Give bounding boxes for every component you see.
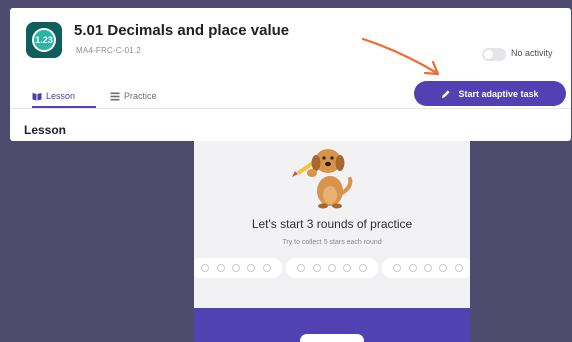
tab-practice[interactable]: Practice (110, 86, 157, 106)
annotation-arrow-icon (361, 37, 440, 76)
practice-title: Let's start 3 rounds of practice (251, 217, 413, 231)
lesson-title: 5.01 Decimals and place value (74, 22, 290, 39)
practice-start-button[interactable] (300, 334, 364, 342)
lesson-code: MA4-FRC-C-01.2 (76, 46, 142, 55)
star-slot-icon (312, 264, 321, 272)
tab-lesson[interactable]: Lesson (32, 86, 75, 106)
star-slot-icon (343, 264, 352, 272)
round-group (194, 258, 282, 278)
round-group (286, 258, 378, 278)
practice-footer (194, 308, 470, 342)
round-group (382, 258, 470, 278)
list-icon (110, 92, 120, 100)
practice-subtitle: Try to collect 5 stars each round (282, 239, 382, 246)
book-icon (32, 92, 42, 100)
tab-divider (10, 108, 571, 109)
star-slot-icon (247, 264, 256, 272)
practice-panel: Let's start 3 rounds of practice Try to … (194, 141, 470, 342)
lesson-card: 1.23 5.01 Decimals and place value MA4-F… (10, 8, 571, 141)
course-logo-badge: 1.23 (32, 28, 56, 52)
star-slot-icon (327, 264, 336, 272)
star-slot-icon (358, 264, 367, 272)
star-slot-icon (297, 264, 306, 272)
dog-mascot-icon (292, 149, 353, 209)
pencil-icon (442, 89, 451, 98)
section-heading: Lesson (24, 123, 67, 137)
star-slot-icon (408, 264, 417, 272)
rounds-row (194, 258, 470, 278)
star-slot-icon (454, 264, 463, 272)
star-slot-icon (216, 264, 225, 272)
start-adaptive-task-button[interactable]: Start adaptive task (414, 81, 566, 106)
star-slot-icon (423, 264, 432, 272)
star-slot-icon (201, 264, 210, 272)
activity-label: No activity (511, 48, 553, 58)
star-slot-icon (231, 264, 240, 272)
activity-toggle[interactable] (482, 48, 506, 61)
star-slot-icon (439, 264, 448, 272)
star-slot-icon (393, 264, 402, 272)
course-logo: 1.23 (26, 22, 62, 58)
start-adaptive-task-label: Start adaptive task (458, 88, 539, 99)
tab-practice-label: Practice (124, 91, 157, 101)
star-slot-icon (262, 264, 271, 272)
tab-lesson-label: Lesson (46, 91, 76, 101)
